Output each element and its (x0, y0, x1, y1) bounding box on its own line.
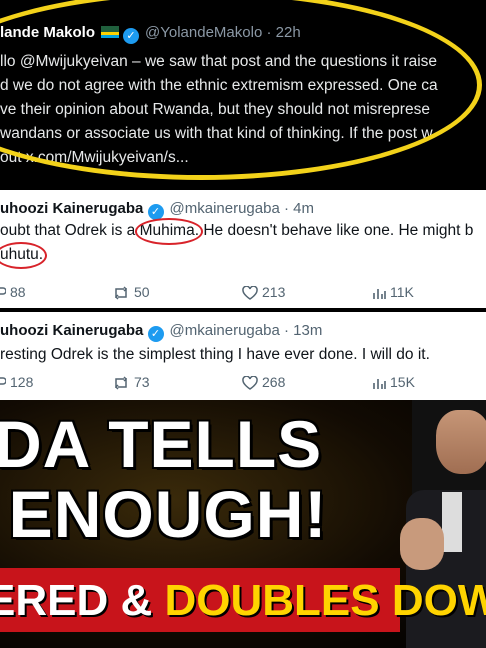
views-chart-icon (373, 289, 386, 299)
reply-icon (0, 287, 7, 295)
tweet-kainerugaba-1: uhoozi Kainerugaba ✓ @mkainerugaba · 4m o… (0, 190, 486, 308)
tweet-yolande-makolo: lande Makolo ✓ @YolandeMakolo · 22h llo @M… (0, 0, 486, 186)
headline-line-2: I ENOUGH! (0, 477, 328, 551)
reply-count: 128 (10, 374, 34, 390)
presenter-shirt (442, 492, 462, 552)
heart-icon (242, 375, 258, 390)
repost-button[interactable]: 50 (112, 284, 150, 300)
views-count: 11K (390, 284, 414, 300)
heart-icon (242, 285, 258, 300)
separator-dot: · (283, 322, 289, 339)
views-button[interactable]: 11K (372, 284, 414, 300)
views-chart-icon (373, 379, 386, 389)
like-count: 268 (262, 374, 286, 390)
author-handle[interactable]: @mkainerugaba (170, 200, 280, 217)
tweet-stats: 88 50 213 11K (0, 284, 486, 304)
reply-button[interactable]: 88 (0, 284, 26, 300)
like-count: 213 (262, 284, 286, 300)
author-name[interactable]: uhoozi Kainerugaba (0, 322, 143, 339)
like-button[interactable]: 268 (242, 374, 285, 390)
tweet-text-part: He doesn't behave like one. He might b (199, 222, 474, 239)
repost-icon (114, 286, 128, 300)
headline-yellow-part: DOUBLES DOWN (164, 576, 486, 625)
timestamp[interactable]: 4m (293, 200, 314, 217)
repost-icon (114, 376, 128, 390)
tweet-text-part: oubt that Odrek is a (0, 222, 140, 239)
repost-count: 73 (134, 374, 150, 390)
reply-count: 88 (10, 284, 26, 300)
tweet-text: resting Odrek is the simplest thing I ha… (0, 346, 430, 363)
tweet-text: oubt that Odrek is a Muhima. He doesn't … (0, 218, 474, 245)
author-handle[interactable]: @mkainerugaba (170, 322, 280, 339)
headline-line-3: ERED & DOUBLES DOWN (0, 576, 486, 626)
tweet-stats: 128 73 268 15K (0, 374, 486, 394)
author-name[interactable]: uhoozi Kainerugaba (0, 200, 143, 217)
repost-button[interactable]: 73 (112, 374, 150, 390)
timestamp[interactable]: 13m (293, 322, 322, 339)
views-button[interactable]: 15K (372, 374, 415, 390)
reply-icon (0, 377, 7, 385)
repost-count: 50 (134, 284, 150, 300)
separator-dot: · (283, 200, 289, 217)
presenter-face (436, 410, 486, 474)
views-count: 15K (390, 374, 415, 390)
reply-button[interactable]: 128 (0, 374, 33, 390)
tweet-kainerugaba-2: uhoozi Kainerugaba ✓ @mkainerugaba · 13m … (0, 312, 486, 400)
circled-word-muhutu: uhutu. (0, 242, 48, 269)
verified-badge-icon: ✓ (147, 326, 164, 342)
tweet-header: uhoozi Kainerugaba ✓ @mkainerugaba · 4m (0, 200, 314, 220)
presenter-hand (400, 518, 444, 570)
circled-word-muhima: Muhima. (134, 218, 204, 245)
headline-line-1: DA TELLS (0, 407, 323, 481)
headline-white-part: ERED & (0, 576, 165, 625)
thumbnail-banner: DA TELLS I ENOUGH! ERED & DOUBLES DOWN (0, 400, 486, 648)
tweet-header: uhoozi Kainerugaba ✓ @mkainerugaba · 13m (0, 322, 322, 342)
tweet-text-line2: uhutu. (0, 242, 48, 269)
like-button[interactable]: 213 (242, 284, 285, 300)
